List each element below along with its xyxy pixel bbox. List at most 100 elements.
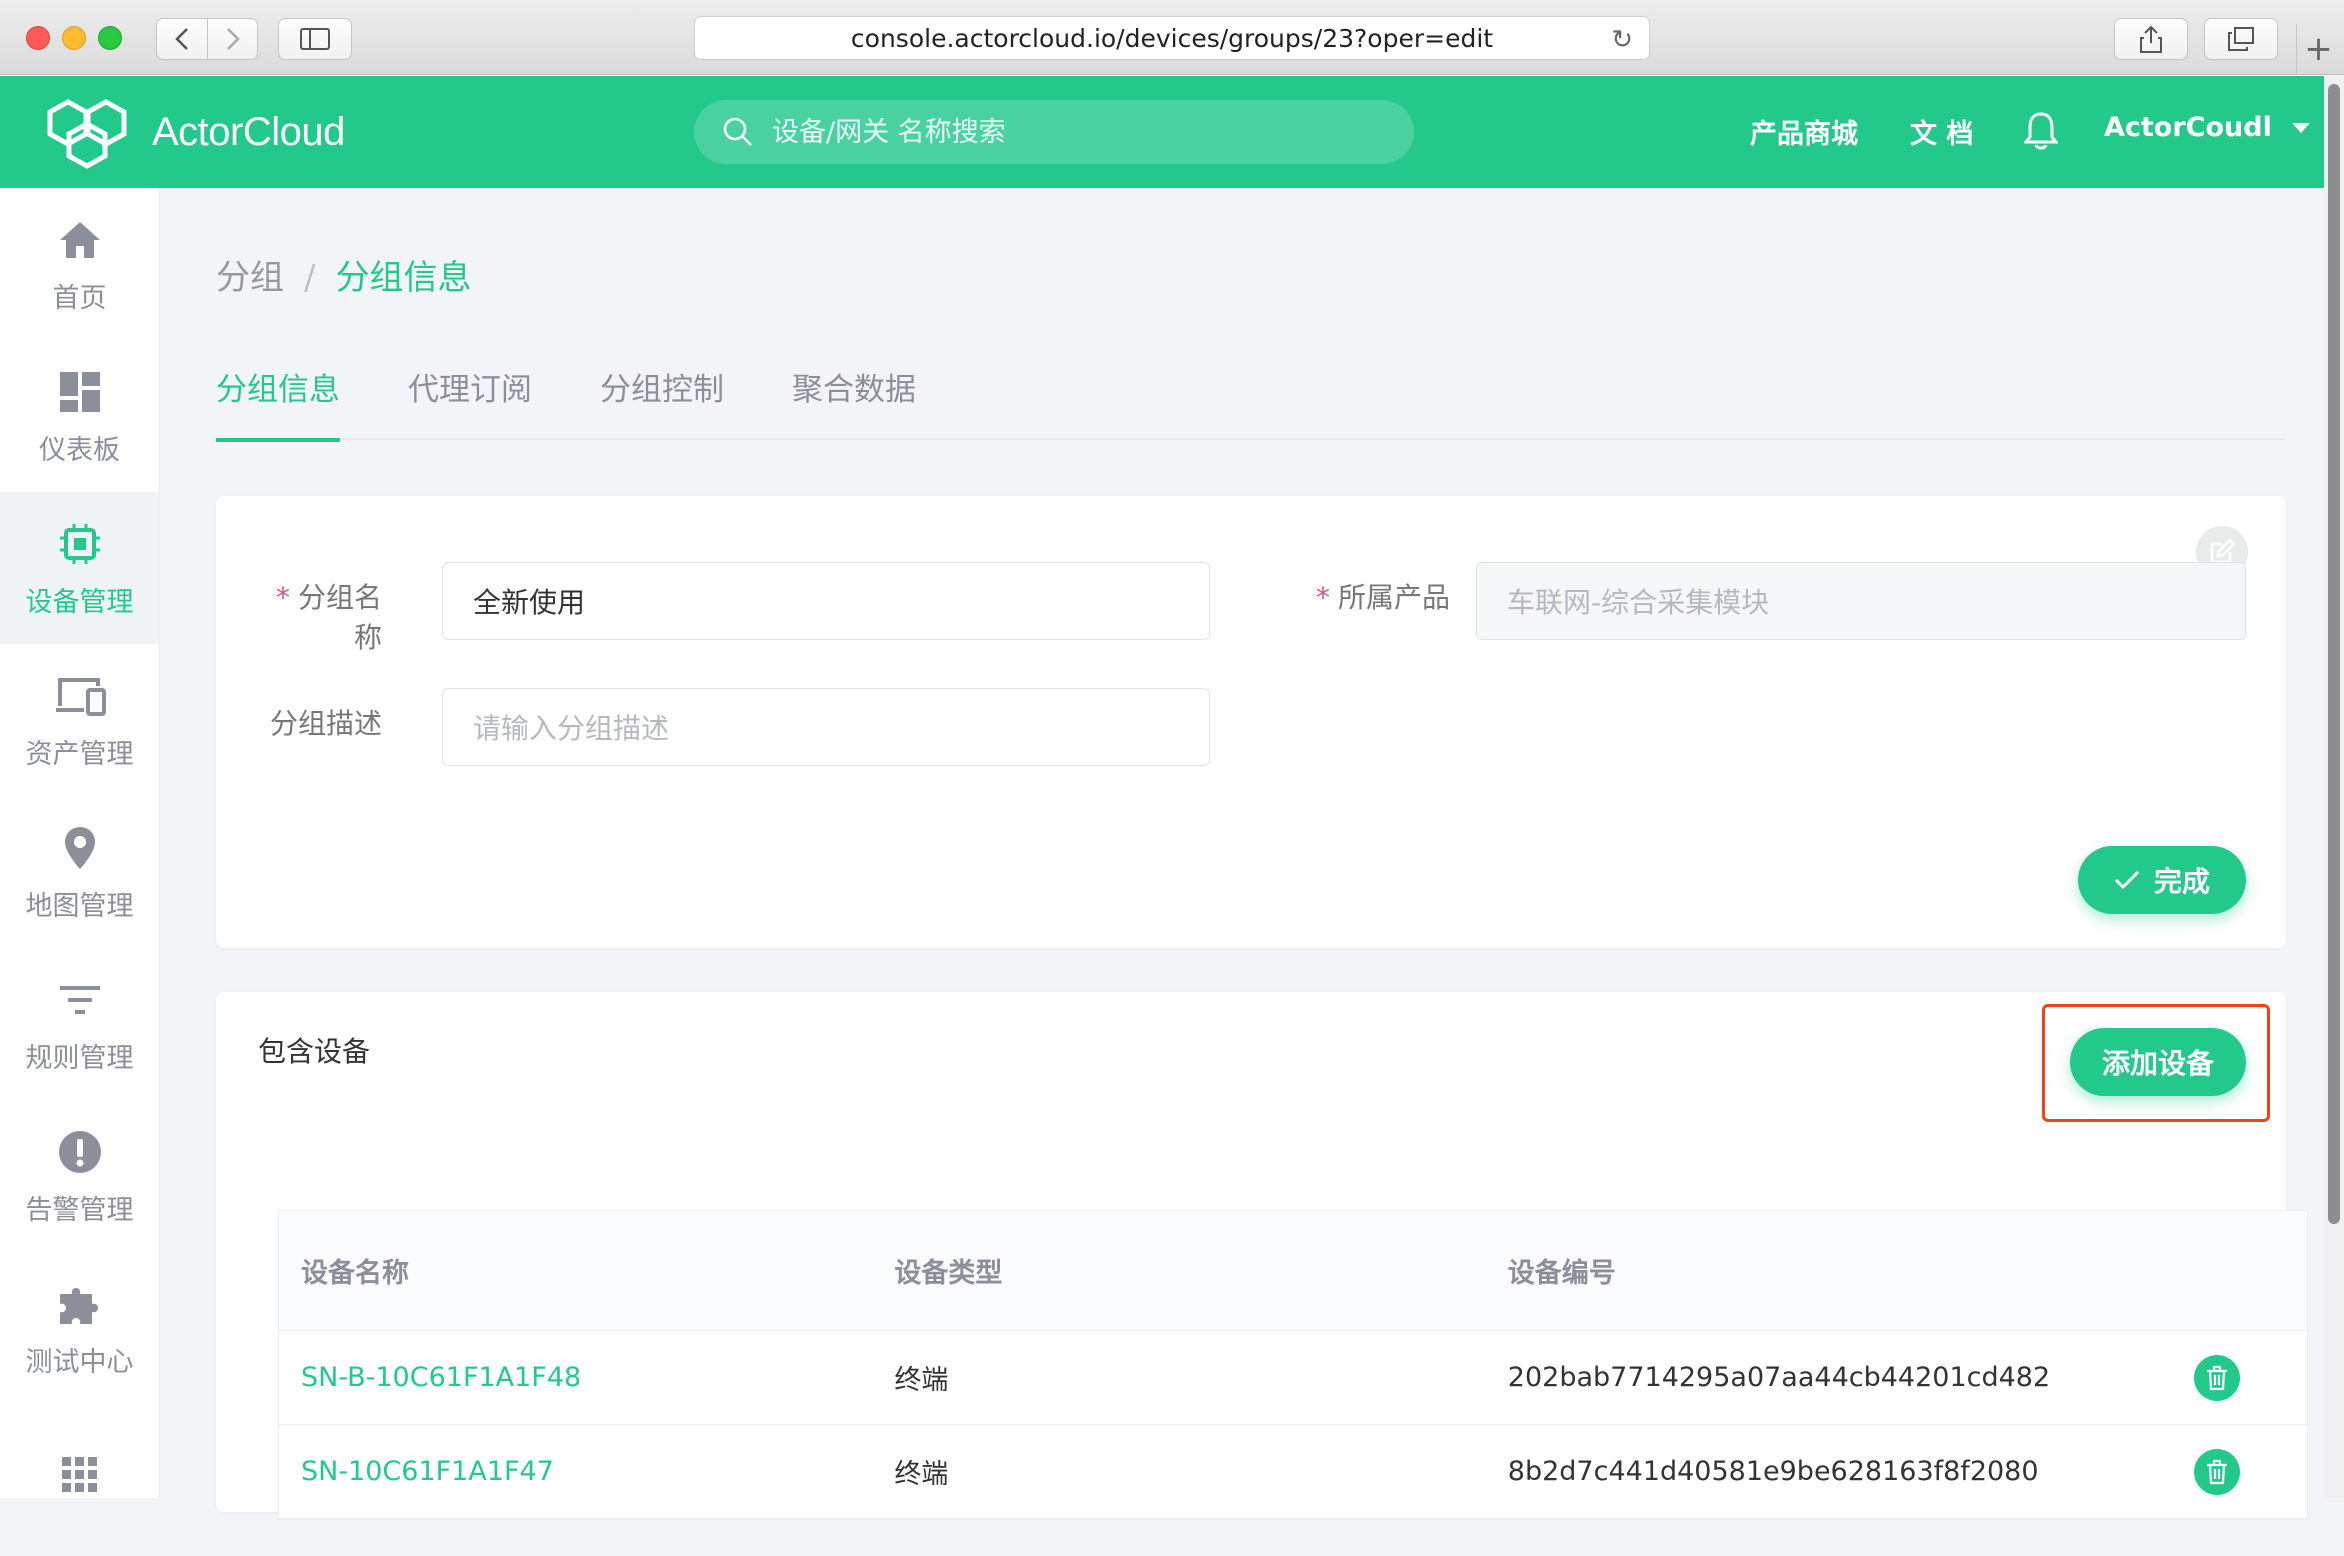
- back-button[interactable]: [157, 19, 207, 59]
- filter-icon: [59, 985, 100, 1014]
- sidebar-item-more[interactable]: [0, 1404, 159, 1556]
- page-scrollbar[interactable]: [2324, 76, 2344, 1498]
- sidebar-item-rules[interactable]: 规则管理: [0, 948, 159, 1100]
- row-actions: [2127, 1354, 2307, 1401]
- minimize-window-button[interactable]: [62, 26, 86, 50]
- reload-icon[interactable]: ↻: [1611, 25, 1633, 55]
- sidebar-icon: [300, 28, 330, 50]
- product-label: * 所属产品: [1315, 581, 1450, 614]
- dashboard-icon: [59, 371, 100, 412]
- puzzle-icon: [59, 1287, 98, 1324]
- sidebar-item-label: 测试中心: [25, 1346, 134, 1378]
- sidebar-item-assets[interactable]: 资产管理: [0, 644, 159, 796]
- sidebar-item-label: 首页: [52, 282, 107, 314]
- new-tab-button[interactable]: +: [2296, 24, 2340, 74]
- done-button-label: 完成: [2153, 865, 2210, 898]
- table-row: SN-B-10C61F1A1F48 终端 202bab7714295a07aa4…: [279, 1331, 2307, 1425]
- sidebar-toggle-button[interactable]: [278, 18, 352, 60]
- zoom-window-button[interactable]: [98, 26, 122, 50]
- done-button[interactable]: 完成: [2078, 846, 2246, 914]
- trash-icon: [2207, 1365, 2228, 1390]
- grid-icon: [61, 1457, 97, 1492]
- alert-icon: [58, 1130, 101, 1173]
- sidebar-item-label: 告警管理: [25, 1194, 134, 1226]
- add-device-button[interactable]: 添加设备: [2070, 1028, 2246, 1096]
- tab-bar: 分组信息 代理订阅 分组控制 聚合数据: [216, 364, 2286, 442]
- tab-proxy-subscription[interactable]: 代理订阅: [408, 364, 532, 440]
- column-header-type: 设备类型: [894, 1258, 1003, 1289]
- logo[interactable]: ActorCloud: [38, 94, 345, 170]
- browser-toolbar: console.actorcloud.io/devices/groups/23?…: [0, 0, 2344, 75]
- group-name-label: * 分组名称: [275, 581, 382, 654]
- main-content: 分组 / 分组信息 分组信息 代理订阅 分组控制 聚合数据 * 分组名称 全新使用 *…: [160, 188, 2324, 1520]
- column-header-name: 设备名称: [301, 1258, 409, 1289]
- description-input[interactable]: 请输入分组描述: [442, 688, 1210, 766]
- sidebar-item-devices[interactable]: 设备管理: [0, 492, 159, 644]
- tab-aggregate-data[interactable]: 聚合数据: [792, 364, 916, 440]
- row-actions: [2127, 1448, 2307, 1495]
- table-header: 设备名称 设备类型 设备编号: [279, 1211, 2307, 1331]
- logo-text: ActorCloud: [152, 109, 345, 154]
- device-id: 8b2d7c441d40581e9be628163f8f2080: [1507, 1456, 2039, 1487]
- table-row: SN-10C61F1A1F47 终端 8b2d7c441d40581e9be62…: [279, 1425, 2307, 1519]
- search-icon: [723, 117, 752, 146]
- search-input[interactable]: [772, 116, 1372, 148]
- chevron-left-icon: [175, 28, 188, 50]
- sidebar-item-map[interactable]: 地图管理: [0, 796, 159, 948]
- section-title: 包含设备: [258, 1035, 371, 1068]
- chip-icon: [59, 523, 100, 564]
- sidebar-item-label: 仪表板: [39, 434, 120, 466]
- description-label: 分组描述: [269, 707, 382, 740]
- device-name-link[interactable]: SN-10C61F1A1F47: [279, 1456, 894, 1487]
- sidebar-item-home[interactable]: 首页: [0, 188, 159, 340]
- group-name-input[interactable]: 全新使用: [442, 562, 1210, 640]
- map-pin-icon: [64, 826, 95, 869]
- sidebar-item-label: 地图管理: [25, 890, 134, 922]
- devices-icon: [55, 677, 106, 716]
- scrollbar-thumb[interactable]: [2328, 84, 2340, 1224]
- required-mark: *: [1315, 581, 1330, 614]
- forward-button[interactable]: [207, 19, 257, 59]
- sidebar-item-dashboard[interactable]: 仪表板: [0, 340, 159, 492]
- share-button[interactable]: [2114, 18, 2188, 60]
- breadcrumb-current: 分组信息: [335, 258, 472, 298]
- user-name: ActorCoudl: [2104, 112, 2272, 143]
- tab-group-control[interactable]: 分组控制: [600, 364, 724, 440]
- share-icon: [2140, 25, 2162, 53]
- devices-table: 设备名称 设备类型 设备编号 SN-B-10C61F1A1F48 终端 202b…: [278, 1210, 2308, 1520]
- address-bar[interactable]: console.actorcloud.io/devices/groups/23?…: [694, 16, 1650, 60]
- product-store-link[interactable]: 产品商城: [1750, 112, 1858, 151]
- caret-down-icon: [2291, 122, 2310, 133]
- device-name-link[interactable]: SN-B-10C61F1A1F48: [279, 1362, 894, 1393]
- chevron-right-icon: [226, 28, 240, 50]
- sidebar-item-label: 规则管理: [25, 1042, 134, 1074]
- column-header-id: 设备编号: [1507, 1258, 1616, 1289]
- search-box[interactable]: [694, 100, 1414, 164]
- tab-group-info[interactable]: 分组信息: [216, 364, 340, 442]
- actorcloud-logo-icon: [47, 99, 127, 169]
- product-select[interactable]: 车联网-综合采集模块: [1476, 562, 2246, 640]
- url-text: console.actorcloud.io/devices/groups/23?…: [850, 23, 1494, 53]
- close-window-button[interactable]: [26, 26, 50, 50]
- tabs-icon: [2228, 27, 2254, 51]
- notification-button[interactable]: [2022, 110, 2060, 154]
- required-mark: *: [275, 581, 290, 614]
- device-id: 202bab7714295a07aa44cb44201cd482: [1507, 1362, 2051, 1393]
- check-icon: [2114, 870, 2140, 890]
- home-icon: [59, 221, 100, 258]
- sidebar-item-label: 设备管理: [25, 586, 134, 618]
- breadcrumb-parent[interactable]: 分组: [216, 258, 284, 298]
- sidebar: 首页 仪表板 设备管理 资产管理 地图管理 规则管理 告警管理 测试中心: [0, 188, 160, 1498]
- delete-button[interactable]: [2194, 1354, 2241, 1401]
- bell-icon: [2022, 112, 2060, 150]
- sidebar-item-alerts[interactable]: 告警管理: [0, 1100, 159, 1252]
- user-menu[interactable]: ActorCoudl: [2104, 112, 2310, 143]
- tab-overview-button[interactable]: [2204, 18, 2278, 60]
- delete-button[interactable]: [2194, 1448, 2241, 1495]
- docs-link[interactable]: 文 档: [1910, 112, 1973, 151]
- included-devices-card: 包含设备 添加设备 设备名称 设备类型 设备编号 SN-B-10C61F1A1F…: [216, 992, 2308, 1520]
- device-type: 终端: [894, 1459, 949, 1490]
- sidebar-item-testing[interactable]: 测试中心: [0, 1252, 159, 1404]
- trash-icon: [2207, 1459, 2228, 1484]
- history-nav: [156, 18, 258, 60]
